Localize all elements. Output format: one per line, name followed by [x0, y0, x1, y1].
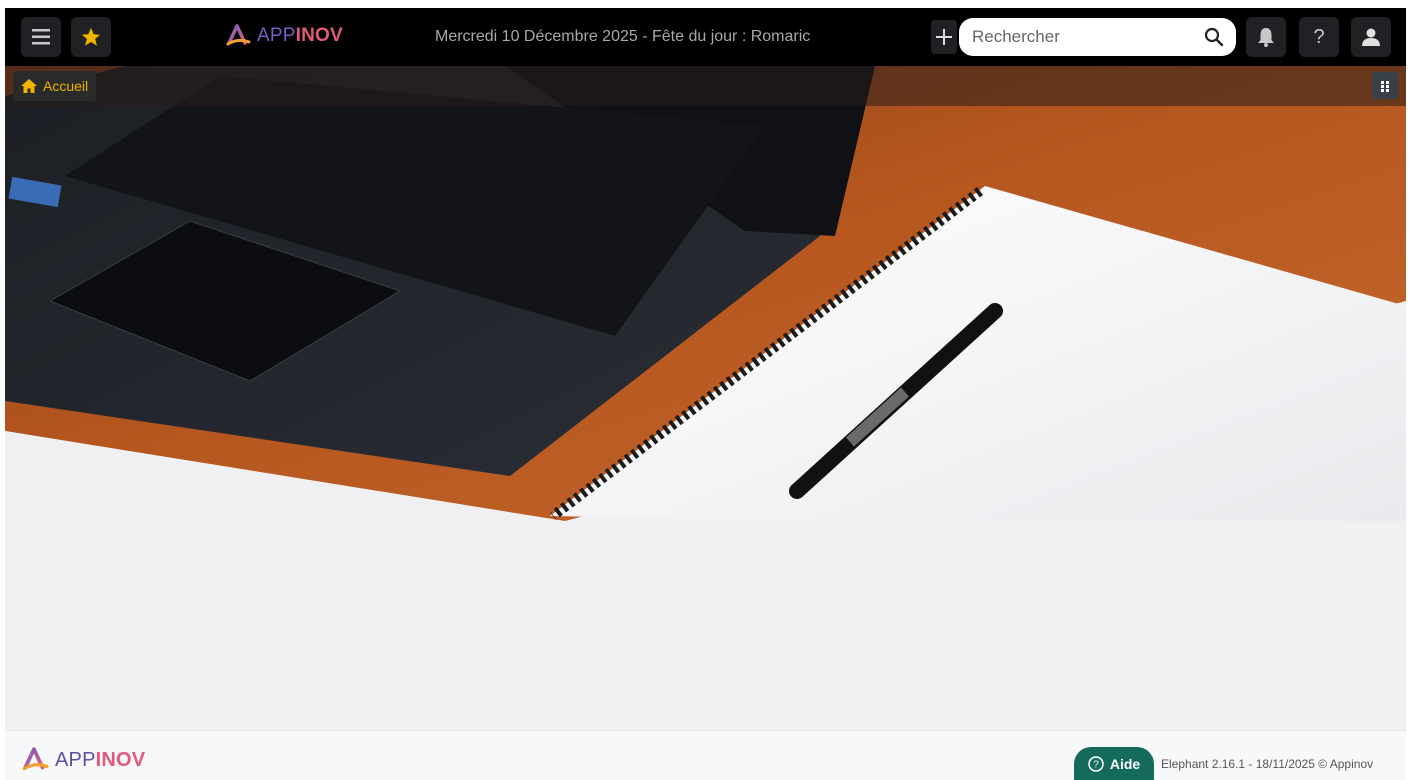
star-icon — [81, 27, 101, 46]
help-icon: ? — [1313, 25, 1325, 48]
help-button[interactable]: ? — [1299, 17, 1339, 57]
footer: APPINOV ? Aide Elephant 2.16.1 - 18/11/2… — [5, 730, 1406, 780]
footer-logo: APPINOV — [21, 747, 145, 773]
help-tab-label: Aide — [1109, 756, 1141, 772]
user-account-button[interactable] — [1351, 17, 1391, 57]
home-icon — [21, 79, 37, 93]
app-frame: APPINOV Mercredi 10 Décembre 2025 - Fête… — [5, 8, 1406, 780]
top-navigation-bar: APPINOV Mercredi 10 Décembre 2025 - Fête… — [5, 8, 1406, 66]
add-button[interactable] — [931, 20, 957, 54]
appinov-logo-icon — [226, 24, 251, 46]
svg-text:?: ? — [1093, 760, 1099, 771]
favorites-button[interactable] — [71, 17, 111, 57]
logo-text: APPINOV — [257, 25, 343, 46]
hero-background-image — [5, 66, 1406, 730]
breadcrumb-home[interactable]: Accueil — [13, 71, 97, 101]
desk-illustration — [5, 66, 1406, 730]
search-box — [959, 18, 1236, 56]
date-and-saint-of-day: Mercredi 10 Décembre 2025 - Fête du jour… — [435, 28, 811, 45]
app-logo[interactable]: APPINOV — [225, 24, 343, 48]
apps-grid-button[interactable] — [1372, 72, 1398, 99]
question-circle-icon: ? — [1088, 756, 1104, 772]
version-info: Elephant 2.16.1 - 18/11/2025 © Appinov — [1161, 757, 1374, 771]
grid-icon — [1381, 80, 1389, 92]
menu-icon — [32, 29, 50, 45]
notifications-button[interactable] — [1246, 17, 1286, 57]
bell-icon — [1258, 28, 1274, 47]
plus-icon — [936, 29, 952, 45]
help-tab-button[interactable]: ? Aide — [1074, 747, 1154, 780]
menu-button[interactable] — [21, 17, 61, 57]
search-input[interactable] — [972, 27, 1192, 47]
user-icon — [1362, 28, 1380, 46]
breadcrumb-bar: Accueil — [5, 66, 1406, 106]
footer-logo-text: APPINOV — [55, 748, 146, 771]
search-icon[interactable] — [1204, 27, 1224, 47]
appinov-logo-icon — [22, 747, 49, 771]
breadcrumb-home-label: Accueil — [43, 78, 89, 94]
